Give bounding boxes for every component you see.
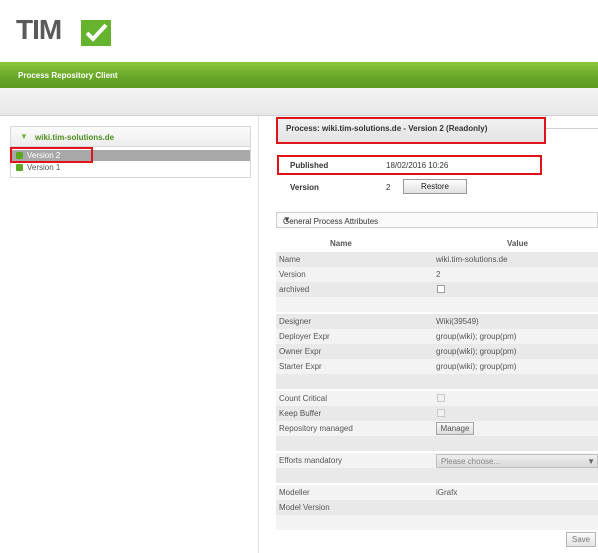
version-row: Version 2 Restore (279, 178, 541, 196)
attr-value: iGrafx (436, 488, 458, 497)
tim-logo: TIM (16, 14, 62, 45)
attr-label: Version (279, 270, 306, 279)
attr-label: Model Version (279, 503, 330, 512)
attr-row-deployer: Deployer Expr group(wiki); group(pm) (276, 329, 598, 344)
general-attributes-section[interactable]: General Process Attributes ▼ (276, 212, 598, 228)
collapse-arrow-icon[interactable]: ▼ (20, 132, 28, 141)
attr-label: Starter Expr (279, 362, 322, 371)
attr-row-spacer (276, 468, 598, 483)
attr-label: archived (279, 285, 310, 294)
keep-buffer-checkbox[interactable] (437, 409, 445, 417)
attr-label: Keep Buffer (279, 409, 322, 418)
tree-item-label: Version 1 (27, 163, 61, 172)
checkmark-logo-icon (81, 20, 111, 46)
highlight-box (276, 117, 546, 144)
attr-label: Deployer Expr (279, 332, 330, 341)
attr-row-model-version: Model Version (276, 500, 598, 515)
app-title-bar: Process Repository Client (0, 62, 598, 88)
attr-value: wiki.tim-solutions.de (436, 255, 508, 264)
attr-label: Modeller (279, 488, 310, 497)
tree-root-label: wiki.tim-solutions.de (35, 133, 115, 142)
title-rule (545, 128, 598, 129)
attr-row-repository-managed: Repository managed Manage (276, 421, 598, 436)
efforts-mandatory-select[interactable]: Please choose... ▼ (436, 454, 598, 468)
save-button[interactable]: Save (566, 532, 596, 547)
attr-row-efforts-mandatory: Efforts mandatory Please choose... ▼ (276, 453, 598, 468)
attr-row-spacer (276, 374, 598, 389)
version-label: Version (290, 183, 319, 192)
attr-row-name: Name wiki.tim-solutions.de (276, 252, 598, 267)
manage-button[interactable]: Manage (436, 422, 474, 435)
highlight-box (277, 155, 542, 175)
attr-row-designer: Designer Wiki(39549) (276, 314, 598, 329)
chevron-down-icon[interactable]: ▼ (283, 215, 594, 224)
attr-label: Count Critical (279, 394, 328, 403)
attr-row-spacer (276, 436, 598, 451)
toolbar (0, 88, 598, 116)
attr-label: Repository managed (279, 424, 353, 433)
panel-divider (258, 116, 259, 553)
highlight-box (10, 147, 93, 163)
attr-value: group(wiki); group(pm) (436, 347, 517, 356)
attr-row-spacer (276, 515, 598, 530)
attr-value: group(wiki); group(pm) (436, 332, 517, 341)
attr-row-keep-buffer: Keep Buffer (276, 406, 598, 421)
attr-value: Wiki(39549) (436, 317, 479, 326)
attr-label: Efforts mandatory (279, 456, 342, 465)
attr-value: group(wiki); group(pm) (436, 362, 517, 371)
attr-row-owner: Owner Expr group(wiki); group(pm) (276, 344, 598, 359)
grid-header: Name Value (276, 236, 598, 249)
attr-row-version: Version 2 (276, 267, 598, 282)
app-subtitle: Process Repository Client (18, 71, 118, 80)
select-placeholder: Please choose... (441, 457, 501, 466)
tree-item-version-1[interactable]: Version 1 (11, 162, 250, 173)
attr-row-spacer (276, 297, 598, 312)
attr-row-starter: Starter Expr group(wiki); group(pm) (276, 359, 598, 374)
app-header: TIM (0, 0, 598, 62)
attr-label: Designer (279, 317, 312, 326)
attr-row-count-critical: Count Critical (276, 391, 598, 406)
attr-row-modeller: Modeller iGrafx (276, 485, 598, 500)
attributes-grid: Name Value Name wiki.tim-solutions.de Ve… (276, 236, 598, 553)
archived-checkbox[interactable] (437, 285, 445, 293)
tree-root[interactable]: ▼ wiki.tim-solutions.de (11, 127, 250, 147)
count-critical-checkbox[interactable] (437, 394, 445, 402)
check-icon (16, 164, 23, 171)
attr-row-archived: archived (276, 282, 598, 297)
value-column-header: Value (507, 239, 528, 248)
attr-label: Name (279, 255, 301, 264)
restore-button[interactable]: Restore (403, 179, 467, 194)
version-value: 2 (386, 183, 391, 192)
chevron-down-icon: ▼ (587, 457, 595, 466)
attr-value: 2 (436, 270, 441, 279)
name-column-header: Name (330, 239, 352, 248)
attr-label: Owner Expr (279, 347, 322, 356)
